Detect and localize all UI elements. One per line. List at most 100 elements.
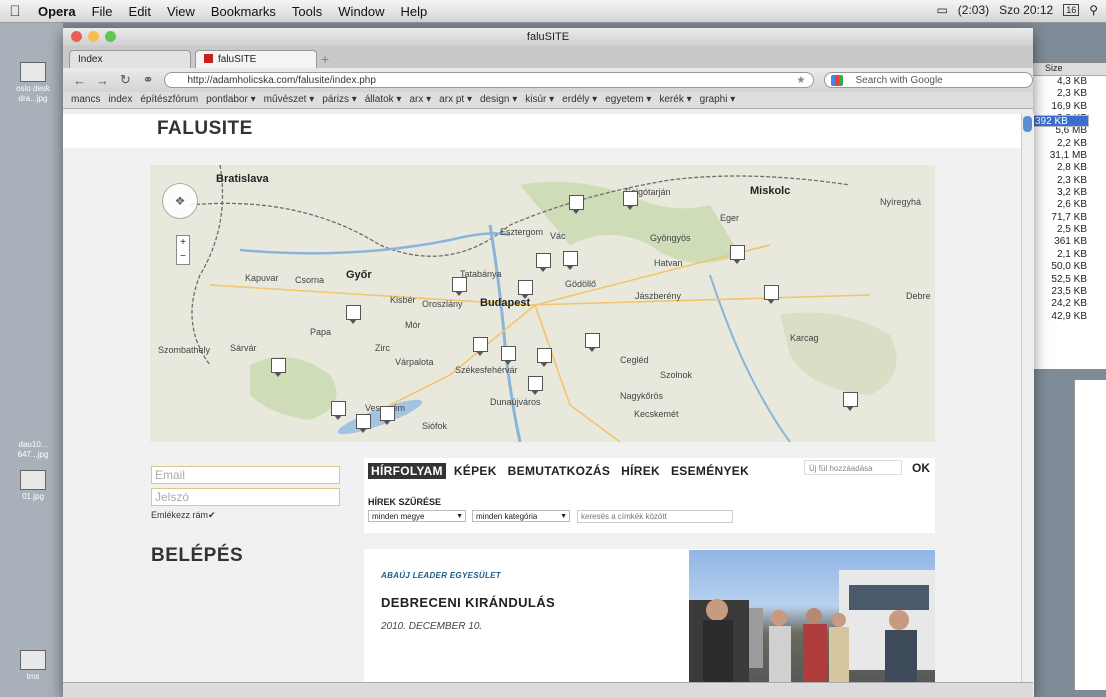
menu-view[interactable]: View [159, 4, 203, 19]
remember-me-checkbox[interactable]: Emlékezz rám✔ [151, 510, 216, 521]
map-marker[interactable] [501, 346, 516, 365]
article-card[interactable]: ABAÚJ LEADER EGYESÜLET DEBRECENI KIRÁNDU… [364, 549, 935, 683]
file-size-row[interactable]: 392 KB [1031, 115, 1089, 128]
map-marker[interactable] [536, 253, 551, 272]
search-field[interactable]: Search with Google [824, 72, 1033, 88]
menu-tools[interactable]: Tools [284, 4, 330, 19]
category-select[interactable]: minden kategória ▼ [472, 510, 570, 522]
map-marker[interactable] [569, 195, 584, 214]
minimize-icon[interactable] [88, 31, 99, 42]
map-marker[interactable] [563, 251, 578, 270]
file-size-row[interactable]: 3,2 KB [1031, 187, 1106, 199]
file-size-row[interactable]: 2,1 KB [1031, 249, 1106, 261]
file-size-row[interactable]: 16,9 KB [1031, 101, 1106, 113]
tab-index[interactable]: Index [69, 50, 191, 68]
key-icon[interactable]: ⚭ [142, 72, 155, 88]
bookmark-item[interactable]: pontlabor ▾ [206, 94, 256, 105]
file-size-row[interactable]: 52,5 KB [1031, 274, 1106, 286]
tab-esemenyek[interactable]: ESEMÉNYEK [668, 463, 752, 479]
login-button[interactable]: BELÉPÉS [151, 545, 243, 567]
file-size-row[interactable]: 71,7 KB [1031, 212, 1106, 224]
menu-app[interactable]: Opera [30, 4, 84, 19]
password-field[interactable]: Jelszó [151, 488, 340, 506]
tag-search-input[interactable]: keresés a címkék között [577, 510, 733, 523]
menu-window[interactable]: Window [330, 4, 392, 19]
tab-hirek[interactable]: HÍREK [618, 463, 663, 479]
map-marker[interactable] [518, 280, 533, 299]
file-size-row[interactable]: 2,8 KB [1031, 162, 1106, 174]
file-size-row[interactable]: 4,3 KB [1031, 76, 1106, 88]
bookmark-item[interactable]: építészfórum [140, 94, 198, 105]
bookmark-item[interactable]: arx ▾ [409, 94, 431, 105]
menu-help[interactable]: Help [393, 4, 436, 19]
file-size-row[interactable]: 2,2 KB [1031, 138, 1106, 150]
ok-button[interactable]: OK [912, 461, 930, 475]
bookmark-item[interactable]: graphi ▾ [700, 94, 736, 105]
desktop-file[interactable]: oslo desk dra...jpg [2, 62, 64, 104]
map-marker[interactable] [380, 406, 395, 425]
calendar-icon[interactable]: 16 [1063, 4, 1080, 16]
tab-falusite[interactable]: faluSITE [195, 50, 317, 68]
tab-kepek[interactable]: KÉPEK [451, 463, 500, 479]
desktop-file[interactable]: 01.jpg [2, 470, 64, 502]
article-photo[interactable] [689, 550, 935, 683]
article-title[interactable]: DEBRECENI KIRÁNDULÁS [381, 595, 555, 610]
close-icon[interactable] [71, 31, 82, 42]
county-select[interactable]: minden megye ▼ [368, 510, 466, 522]
file-size-row[interactable]: 2,3 KB [1031, 88, 1106, 100]
desktop-file[interactable]: dau10... 647...jpg [2, 440, 64, 460]
size-column-header[interactable]: Size [1031, 63, 1106, 76]
bookmark-item[interactable]: index [108, 94, 132, 105]
back-icon[interactable]: ← [73, 73, 86, 88]
tab-hirfolyam[interactable]: HÍRFOLYAM [368, 463, 446, 479]
map-marker[interactable] [346, 305, 361, 324]
bookmark-item[interactable]: arx pt ▾ [439, 94, 472, 105]
file-size-row[interactable]: 50,0 KB [1031, 261, 1106, 273]
menu-bookmarks[interactable]: Bookmarks [203, 4, 284, 19]
battery-icon[interactable]: ▭ [936, 3, 947, 17]
bookmark-item[interactable]: mancs [71, 94, 100, 105]
tab-bemutatkozas[interactable]: BEMUTATKOZÁS [505, 463, 613, 479]
bookmark-star-icon[interactable]: ★ [797, 73, 806, 89]
bookmark-item[interactable]: design ▾ [480, 94, 517, 105]
map-zoom-control[interactable]: + − [176, 235, 190, 265]
new-tab-button[interactable]: + [321, 50, 345, 68]
forward-icon[interactable]: → [96, 73, 109, 88]
menu-edit[interactable]: Edit [121, 4, 159, 19]
bookmark-item[interactable]: kisúr ▾ [525, 94, 554, 105]
file-size-row[interactable]: 24,2 KB [1031, 298, 1106, 310]
email-field[interactable]: Email [151, 466, 340, 484]
map-marker[interactable] [473, 337, 488, 356]
bookmark-item[interactable]: egyetem ▾ [605, 94, 651, 105]
zoom-icon[interactable] [105, 31, 116, 42]
map-marker[interactable] [537, 348, 552, 367]
map-marker[interactable] [730, 245, 745, 264]
file-size-row[interactable]: 2,5 KB [1031, 224, 1106, 236]
add-feed-input[interactable]: Új fül hozzáadása [804, 460, 902, 475]
file-size-row[interactable]: 31,1 MB [1031, 150, 1106, 162]
spotlight-search-icon[interactable]: ⚲ [1089, 3, 1098, 17]
map-marker[interactable] [623, 191, 638, 210]
address-bar[interactable]: http://adamholicska.com/falusite/index.p… [164, 72, 815, 89]
map-pan-control[interactable]: ❖ [162, 183, 198, 219]
map-marker[interactable] [528, 376, 543, 395]
desktop-file[interactable]: tms [2, 650, 64, 682]
file-size-row[interactable]: 23,5 KB [1031, 286, 1106, 298]
bookmark-item[interactable]: párizs ▾ [322, 94, 356, 105]
apple-icon[interactable]:  [0, 3, 30, 20]
page-scrollbar[interactable] [1021, 114, 1034, 697]
file-size-row[interactable]: 2,3 KB [1031, 175, 1106, 187]
map-marker[interactable] [764, 285, 779, 304]
clock[interactable]: Szo 20:12 [999, 3, 1053, 17]
bookmark-item[interactable]: állatok ▾ [365, 94, 402, 105]
map-marker[interactable] [331, 401, 346, 420]
file-size-row[interactable]: 2,6 KB [1031, 199, 1106, 211]
article-organization[interactable]: ABAÚJ LEADER EGYESÜLET [381, 571, 501, 580]
file-size-row[interactable]: 42,9 KB [1031, 311, 1106, 323]
google-search-icon[interactable] [831, 75, 844, 86]
scrollbar-thumb[interactable] [1023, 116, 1032, 132]
map-marker[interactable] [356, 414, 371, 433]
site-title[interactable]: FALUSITE [157, 118, 253, 140]
bookmark-item[interactable]: művészet ▾ [264, 94, 315, 105]
file-size-row[interactable]: 361 KB [1031, 236, 1106, 248]
